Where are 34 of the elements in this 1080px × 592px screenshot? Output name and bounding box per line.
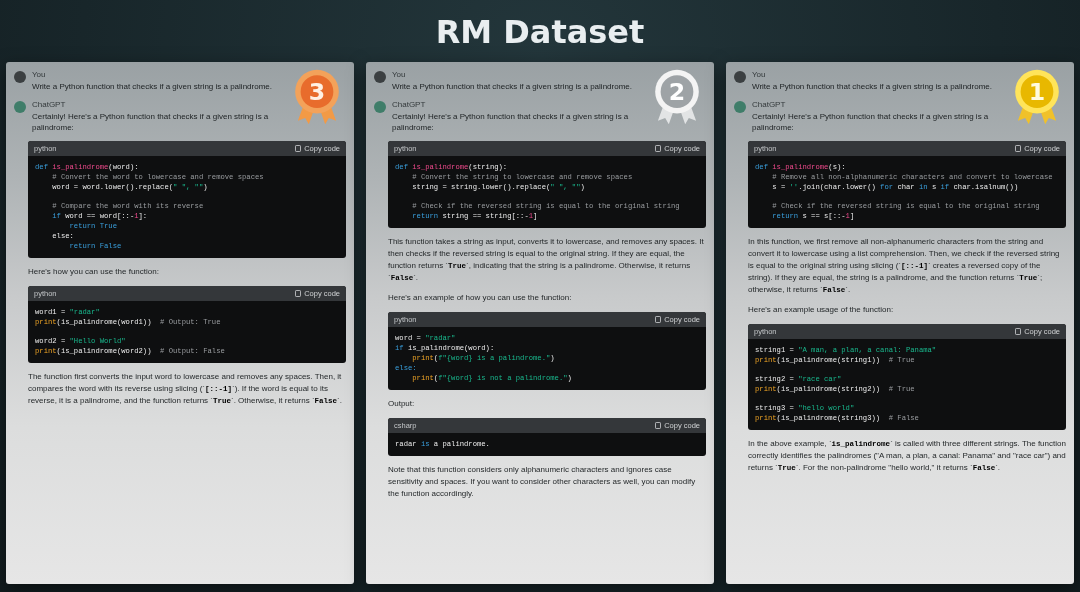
user-avatar [374,71,386,83]
clipboard-icon [655,422,662,429]
user-name: You [392,70,407,80]
assistant-reply: Certainly! Here's a Python function that checks if a given string is a palindrome: [752,111,990,133]
rank-number: 3 [308,77,326,106]
assistant-reply: Certainly! Here's a Python function that checks if a given string is a palindrome: [32,111,270,133]
assistant-avatar [14,101,26,113]
clipboard-icon [295,290,302,297]
user-avatar [734,71,746,83]
assistant-name: ChatGPT [32,100,67,110]
clipboard-icon [1015,145,1022,152]
clipboard-icon [655,145,662,152]
assistant-name: ChatGPT [752,100,787,110]
reply-paragraph: Note that this function considers only alphanumeric characters and ignores case sensitivity and spaces. If you want to consider other characters as well, you can modify the function accordingly. [388,464,697,500]
user-name: You [32,70,47,80]
reply-paragraph: Here's an example of how you can use the function: [388,292,573,304]
assistant-name: ChatGPT [392,100,427,110]
user-name: You [752,70,767,80]
user-prompt: Write a Python function that checks if a given string is a palindrome. [392,81,632,92]
reply-paragraph: Here's an example usage of the function: [748,304,895,316]
rank-number: 1 [1028,77,1046,106]
clipboard-icon [655,316,662,323]
assistant-avatar [734,101,746,113]
clipboard-icon [1015,328,1022,335]
reply-paragraph: Here's how you can use the function: [28,266,160,278]
user-prompt: Write a Python function that checks if a given string is a palindrome. [32,81,272,92]
reply-paragraph: Output: [388,398,416,410]
user-avatar [14,71,26,83]
assistant-avatar [374,101,386,113]
rank-number: 2 [668,77,686,106]
assistant-reply: Certainly! Here's a Python function that checks if a given string is a palindrome: [392,111,630,133]
slide-title: RM Dataset [435,12,645,52]
clipboard-icon [295,145,302,152]
user-prompt: Write a Python function that checks if a given string is a palindrome. [752,81,992,92]
